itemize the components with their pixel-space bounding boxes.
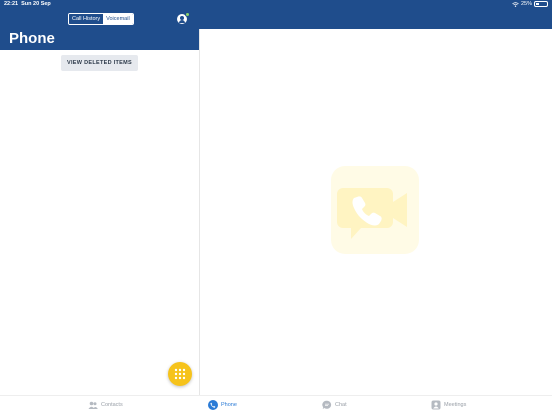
phone-icon <box>208 400 218 410</box>
wifi-icon <box>512 1 519 7</box>
presence-indicator <box>185 12 190 17</box>
tab-call-history[interactable]: Call History <box>69 14 104 24</box>
tab-meetings[interactable]: Meetings <box>431 400 466 410</box>
dialpad-button[interactable] <box>168 362 192 386</box>
split-divider <box>199 29 200 395</box>
page-title: Phone <box>9 30 55 47</box>
tab-chat[interactable]: Chat <box>322 400 347 410</box>
tab-voicemail[interactable]: Voicemail <box>103 14 133 24</box>
segmented-control: Call History Voicemail <box>68 13 134 25</box>
view-deleted-items-button[interactable]: VIEW DELETED ITEMS <box>61 55 138 71</box>
empty-state-illustration <box>331 166 419 254</box>
tab-chat-label: Chat <box>335 402 347 408</box>
bottom-tab-bar: Contacts Phone Chat Meetings <box>0 395 552 414</box>
dialpad-icon <box>174 368 186 380</box>
status-time: 22:21 Sun 20 Sep <box>4 1 51 7</box>
tab-phone-label: Phone <box>221 402 237 408</box>
status-time-value: 22:21 <box>4 1 19 7</box>
battery-percent: 25% <box>520 1 532 7</box>
tab-contacts[interactable]: Contacts <box>88 400 123 410</box>
tab-contacts-label: Contacts <box>101 402 123 408</box>
tab-phone[interactable]: Phone <box>208 400 237 410</box>
contacts-icon <box>88 401 98 409</box>
avatar-body <box>179 20 185 23</box>
battery-fill <box>536 3 539 5</box>
battery-icon <box>534 1 548 7</box>
status-date-value: Sun 20 Sep <box>21 1 51 7</box>
tab-meetings-label: Meetings <box>444 402 467 408</box>
status-indicators: 25% <box>512 1 548 7</box>
app-window: 22:21 Sun 20 Sep 25% Call History Voicem… <box>0 0 552 414</box>
video-call-icon <box>337 188 407 239</box>
chat-icon <box>322 400 332 409</box>
meetings-icon <box>431 400 441 410</box>
